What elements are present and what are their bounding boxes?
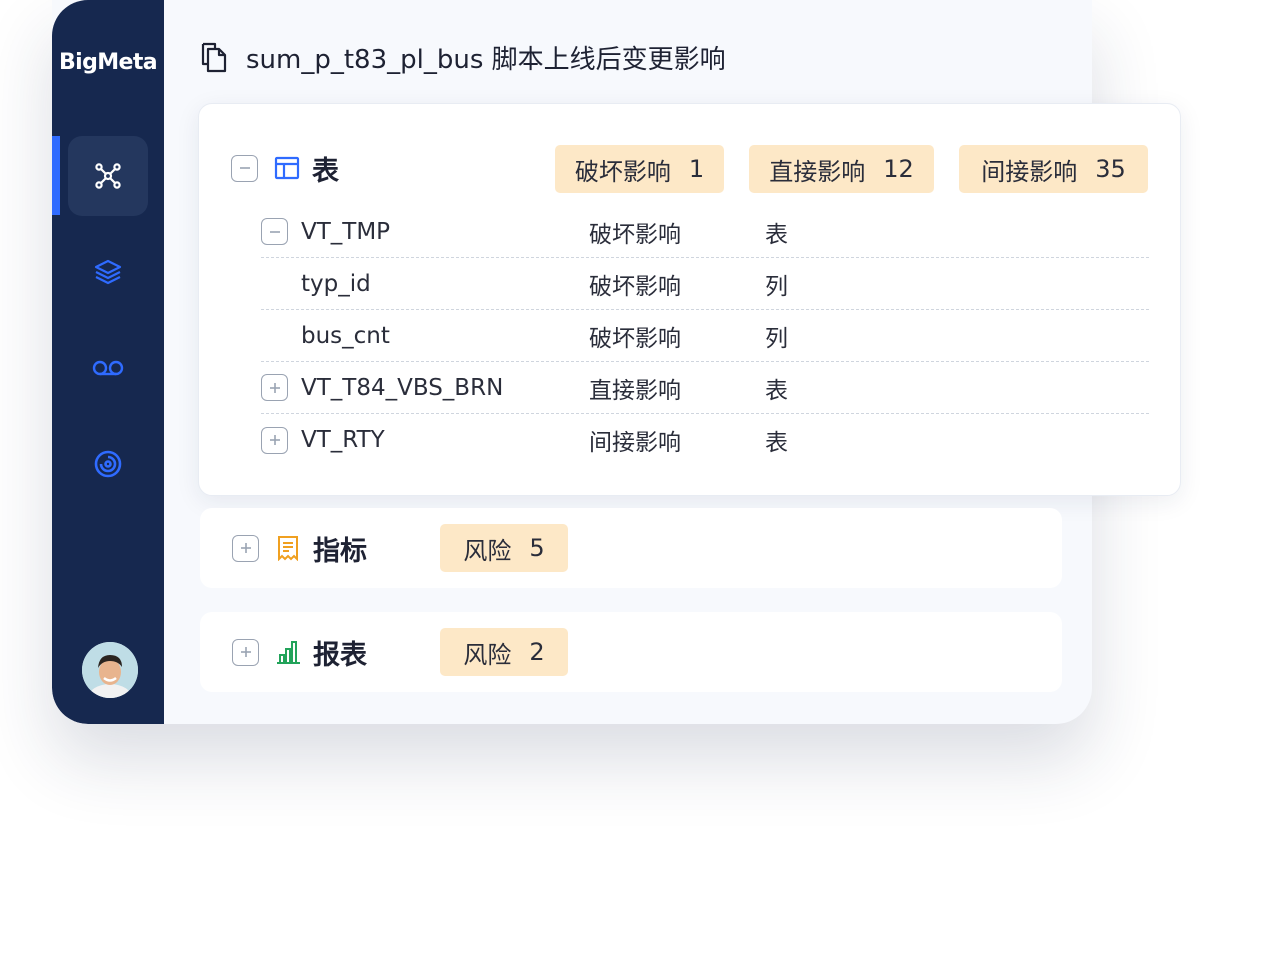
nav-item-link[interactable] [68, 328, 148, 408]
badge-count: 12 [883, 155, 914, 183]
report-impact-card: 报表 风险 2 [200, 612, 1062, 692]
report-section-title: 报表 [313, 639, 367, 671]
table-row[interactable]: bus_cnt 破坏影响 列 [261, 310, 1149, 362]
expand-toggle[interactable] [261, 374, 288, 401]
user-avatar[interactable] [82, 642, 138, 698]
bar-chart-icon [277, 641, 300, 664]
badge-label: 风险 [463, 536, 512, 565]
metric-impact-card: 指标 风险 5 [200, 508, 1062, 588]
table-section-header: 表 [231, 148, 339, 188]
row-type: 列 [765, 325, 788, 352]
receipt-icon [278, 536, 298, 561]
badge-report-risk[interactable]: 风险 2 [440, 628, 568, 676]
report-section-header: 报表 [232, 632, 367, 672]
expand-toggle[interactable] [232, 534, 259, 562]
badge-count: 5 [529, 534, 545, 562]
badge-indirect-impact[interactable]: 间接影响 35 [959, 145, 1148, 193]
row-type: 表 [765, 221, 788, 248]
row-name: VT_RTY [301, 427, 385, 453]
plus-icon [240, 647, 251, 657]
badge-count: 1 [688, 155, 705, 183]
collapse-toggle[interactable] [231, 154, 258, 182]
row-type: 表 [765, 377, 788, 404]
table-row[interactable]: VT_T84_VBS_BRN 直接影响 表 [261, 362, 1149, 414]
table-row[interactable]: typ_id 破坏影响 列 [261, 258, 1149, 310]
row-name: VT_T84_VBS_BRN [301, 374, 504, 401]
nav-item-layers[interactable] [68, 232, 148, 312]
badge-count: 35 [1095, 155, 1126, 183]
metric-section-header: 指标 [232, 528, 367, 568]
badge-direct-impact[interactable]: 直接影响 12 [749, 145, 934, 193]
row-type: 列 [765, 273, 788, 300]
nav-item-lineage[interactable] [68, 136, 148, 216]
table-impact-card: 表 破坏影响 1 直接影响 12 间接影响 35 VT_TMP 破坏影响 表 t… [198, 103, 1181, 496]
target-icon [94, 450, 122, 478]
badge-label: 风险 [463, 640, 512, 669]
badge-metric-risk[interactable]: 风险 5 [440, 524, 568, 572]
plus-icon [240, 543, 251, 553]
row-type: 表 [765, 430, 788, 456]
table-row[interactable]: VT_TMP 破坏影响 表 [261, 206, 1149, 258]
row-impact: 破坏影响 [589, 273, 681, 300]
badge-breaking-impact[interactable]: 破坏影响 1 [555, 145, 724, 193]
row-impact: 间接影响 [589, 430, 681, 456]
plus-icon [269, 435, 280, 445]
page-header: sum_p_t83_pl_bus 脚本上线后变更影响 [200, 36, 726, 78]
table-icon [274, 156, 300, 180]
row-impact: 破坏影响 [589, 325, 681, 352]
nav-active-indicator [52, 136, 60, 215]
graph-nodes-icon [95, 163, 121, 189]
row-impact: 直接影响 [589, 377, 681, 404]
layers-icon [94, 259, 122, 285]
row-name: VT_TMP [301, 218, 391, 245]
table-section-title: 表 [312, 155, 339, 187]
collapse-toggle[interactable] [261, 218, 288, 245]
badge-label: 破坏影响 [574, 157, 671, 186]
minus-icon [269, 230, 280, 233]
sidebar: BigMeta [52, 0, 164, 724]
brand-logo: BigMeta [58, 50, 158, 75]
minus-icon [239, 167, 250, 169]
page-title: sum_p_t83_pl_bus 脚本上线后变更影响 [246, 44, 726, 75]
metric-section-title: 指标 [313, 535, 367, 567]
row-name: typ_id [301, 270, 371, 297]
badge-label: 间接影响 [981, 157, 1078, 186]
row-name: bus_cnt [301, 322, 390, 349]
document-icon [201, 42, 227, 73]
nav-item-target[interactable] [68, 424, 148, 504]
avatar-icon [82, 642, 138, 698]
plus-icon [269, 382, 280, 393]
expand-toggle[interactable] [261, 426, 288, 454]
row-impact: 破坏影响 [589, 221, 681, 248]
infinity-link-icon [92, 360, 124, 376]
expand-toggle[interactable] [232, 638, 259, 666]
badge-label: 直接影响 [769, 157, 866, 186]
badge-count: 2 [529, 638, 545, 666]
table-row[interactable]: VT_RTY 间接影响 表 [261, 414, 1149, 466]
